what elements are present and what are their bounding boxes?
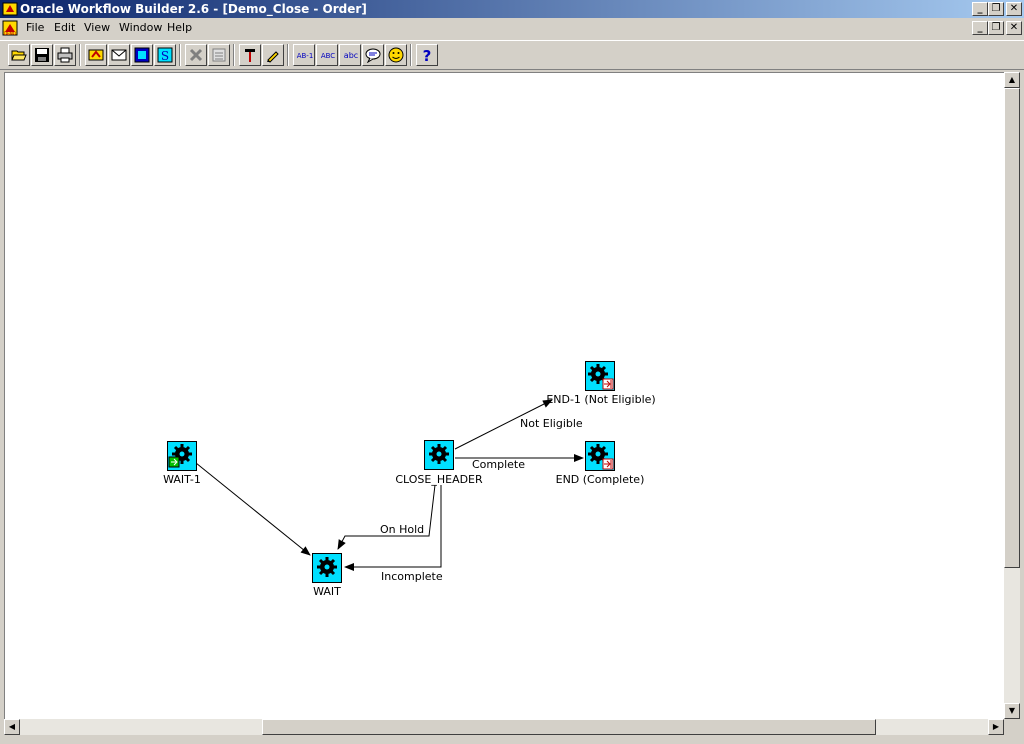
toolbar-separator xyxy=(287,44,289,66)
message-icon xyxy=(111,49,127,61)
doc-restore-button[interactable]: ❐ xyxy=(988,21,1004,35)
label-upper-abc-text: ABC xyxy=(321,52,335,60)
label-lower-abc-button[interactable]: abc xyxy=(339,44,361,66)
node-wait-icon[interactable] xyxy=(312,553,342,583)
comment-bubble-button[interactable] xyxy=(362,44,384,66)
title-bar: Oracle Workflow Builder 2.6 - [Demo_Clos… xyxy=(0,0,1024,18)
open-button[interactable] xyxy=(8,44,30,66)
process-diagram-canvas[interactable]: WAIT-1 WAIT CLOSE_HEADER END-1 (Not Elig… xyxy=(4,72,1004,719)
window-title: Oracle Workflow Builder 2.6 - [Demo_Clos… xyxy=(20,2,367,16)
properties-icon xyxy=(212,48,226,62)
label-upper-abc-button[interactable]: ABC xyxy=(316,44,338,66)
smiley-button[interactable] xyxy=(385,44,407,66)
delete-button[interactable] xyxy=(185,44,207,66)
doc-minimize-button[interactable]: _ xyxy=(972,21,988,35)
new-item-button[interactable] xyxy=(85,44,107,66)
menu-file[interactable]: File xyxy=(26,21,44,35)
toolbar-separator xyxy=(410,44,412,66)
edge-label-on-hold: On Hold xyxy=(380,523,425,536)
label-lower-abc-text: abc xyxy=(344,51,358,60)
edges-layer xyxy=(195,399,584,571)
horizontal-scrollbar[interactable]: ◀ ▶ xyxy=(4,719,1004,735)
restore-button[interactable]: ❐ xyxy=(988,2,1004,16)
smiley-icon xyxy=(388,47,404,63)
vertical-scroll-thumb[interactable] xyxy=(1004,88,1020,568)
app-icon xyxy=(2,2,18,16)
document-icon[interactable]: DEMO xyxy=(2,20,18,36)
toolbar-separator xyxy=(79,44,81,66)
node-end1-label: END-1 (Not Eligible) xyxy=(546,393,656,406)
toolbar-separator xyxy=(179,44,181,66)
save-button[interactable] xyxy=(31,44,53,66)
print-button[interactable] xyxy=(54,44,76,66)
edge-label-incomplete: Incomplete xyxy=(381,570,443,583)
node-close-header-label: CLOSE_HEADER xyxy=(395,473,483,486)
save-icon xyxy=(35,48,49,62)
node-close-header-icon[interactable] xyxy=(424,440,454,470)
menu-view[interactable]: View xyxy=(84,21,110,35)
print-icon xyxy=(57,47,73,63)
label-lower-abc-icon: abc xyxy=(344,51,358,60)
node-wait1-icon[interactable] xyxy=(167,441,197,471)
node-wait1-label: WAIT-1 xyxy=(163,473,201,486)
help-glyph: ? xyxy=(423,47,432,63)
scrollbar-corner xyxy=(1004,719,1020,735)
scroll-right-arrow-icon[interactable]: ▶ xyxy=(988,719,1004,735)
comment-bubble-icon xyxy=(365,48,381,63)
label-ab1-icon: AB-1 xyxy=(297,52,314,60)
message-button[interactable] xyxy=(108,44,130,66)
scroll-down-arrow-icon[interactable]: ▼ xyxy=(1004,703,1020,719)
scroll-up-arrow-icon[interactable]: ▲ xyxy=(1004,72,1020,88)
notification-icon xyxy=(134,47,150,63)
close-button[interactable]: ✕ xyxy=(1006,2,1022,16)
help-icon: ? xyxy=(423,47,432,63)
help-button[interactable]: ? xyxy=(416,44,438,66)
edge-label-complete: Complete xyxy=(472,458,526,471)
vertical-scrollbar[interactable]: ▲ ▼ xyxy=(1004,72,1020,719)
label-upper-abc-icon: ABC xyxy=(321,52,335,60)
function-icon: S xyxy=(157,47,173,63)
horizontal-scroll-thumb[interactable] xyxy=(262,719,876,735)
properties-button[interactable] xyxy=(208,44,230,66)
function-button[interactable]: S xyxy=(154,44,176,66)
label-ab1-text: AB-1 xyxy=(297,52,314,60)
notification-button[interactable] xyxy=(131,44,153,66)
new-item-icon xyxy=(88,49,104,61)
minimize-button[interactable]: _ xyxy=(972,2,988,16)
toolbar-separator xyxy=(233,44,235,66)
node-end1-icon[interactable] xyxy=(585,361,615,391)
hammer-button[interactable] xyxy=(239,44,261,66)
menu-edit[interactable]: Edit xyxy=(54,21,75,35)
svg-text:S: S xyxy=(161,49,169,63)
hammer-icon xyxy=(245,49,255,62)
pencil-icon xyxy=(267,51,279,63)
menu-help[interactable]: Help xyxy=(167,21,192,35)
label-ab1-button[interactable]: AB-1 xyxy=(293,44,315,66)
node-wait-label: WAIT xyxy=(313,585,341,598)
node-end-label: END (Complete) xyxy=(555,473,645,486)
edge-label-not-eligible: Not Eligible xyxy=(520,417,583,430)
edge-on-hold[interactable] xyxy=(337,484,436,550)
doc-close-button[interactable]: ✕ xyxy=(1006,21,1022,35)
scroll-left-arrow-icon[interactable]: ◀ xyxy=(4,719,20,735)
delete-icon xyxy=(189,48,203,62)
node-end-icon[interactable] xyxy=(585,441,615,471)
menu-window[interactable]: Window xyxy=(119,21,162,35)
svg-text:DEMO: DEMO xyxy=(4,31,16,36)
edge-wait1-to-wait[interactable] xyxy=(195,462,311,556)
open-icon xyxy=(11,50,27,61)
pencil-button[interactable] xyxy=(262,44,284,66)
